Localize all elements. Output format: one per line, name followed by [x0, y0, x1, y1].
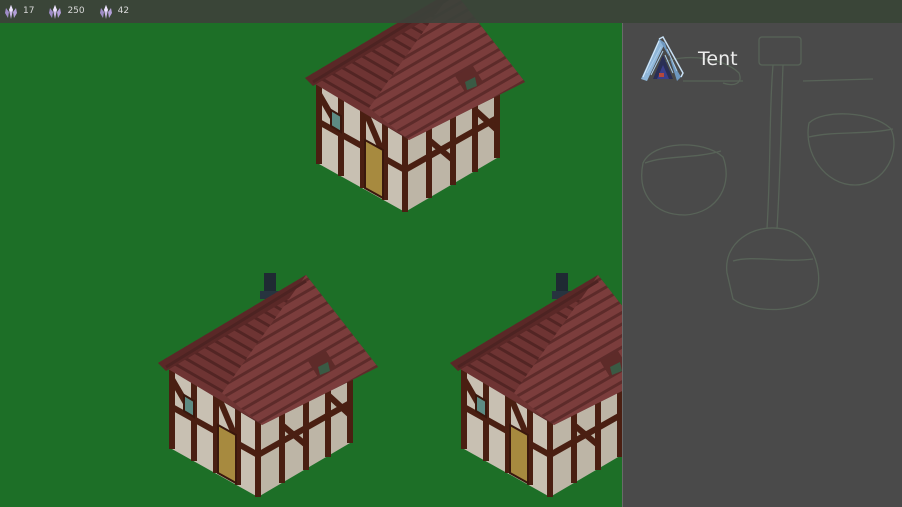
build-panel: Tent [622, 23, 902, 507]
resource-counter: 250 [44, 0, 94, 23]
resource-counter: 42 [95, 0, 139, 23]
house-building[interactable] [450, 273, 622, 497]
build-item-label: Tent [698, 48, 738, 70]
game-world[interactable] [0, 0, 622, 507]
house-building[interactable] [158, 273, 378, 497]
crystal-icon [99, 4, 112, 19]
resource-value: 250 [67, 6, 85, 16]
build-item-tent[interactable]: Tent [637, 33, 738, 85]
resource-counter: 17 [0, 0, 44, 23]
house-building[interactable] [305, 0, 525, 212]
crystal-icon [5, 4, 17, 19]
resource-value: 42 [117, 6, 130, 16]
resource-bar: 17 250 42 [0, 0, 902, 23]
crystal-icon [49, 4, 62, 19]
panel-background-sketch [641, 36, 895, 311]
resource-value: 17 [23, 6, 35, 16]
tent-icon [641, 36, 684, 81]
